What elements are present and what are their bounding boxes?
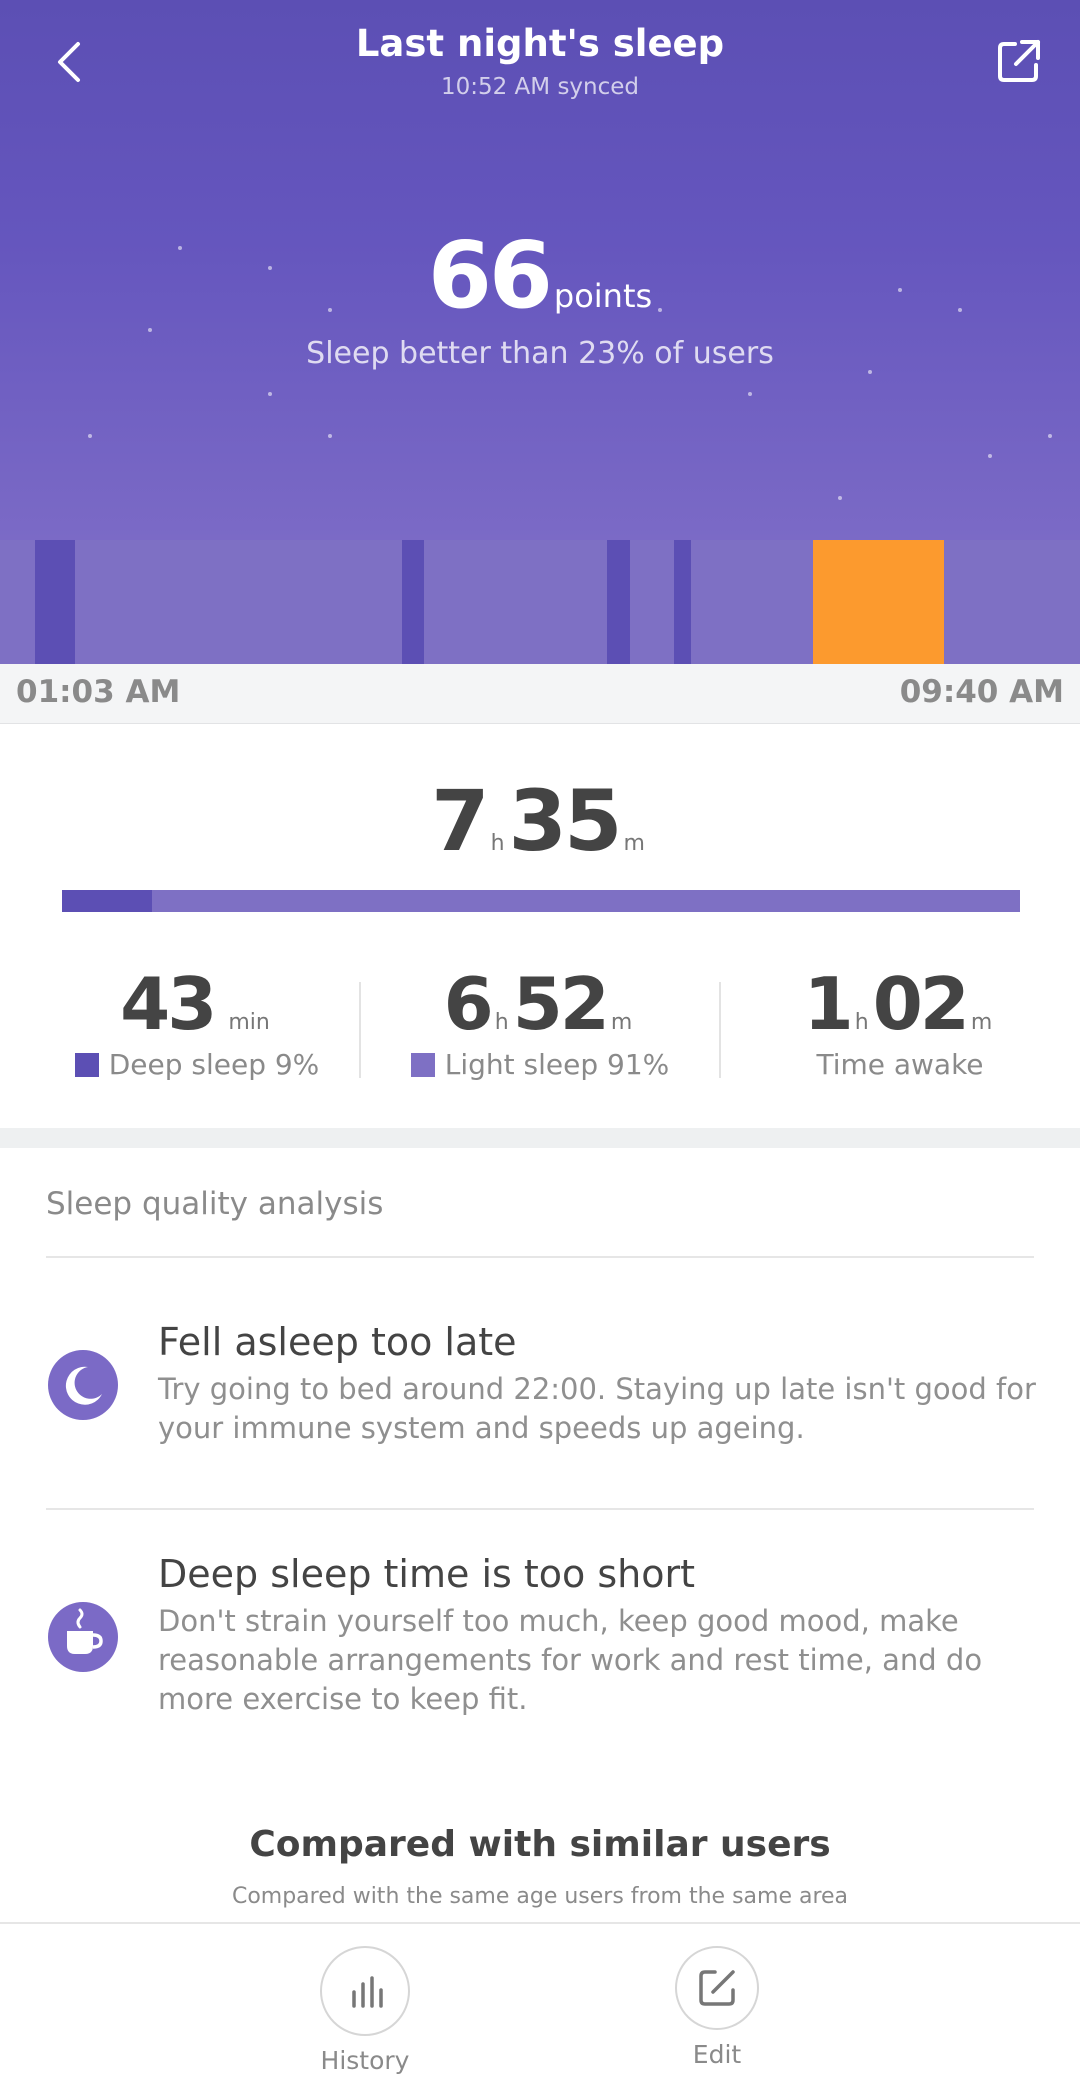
analysis-heading: Sleep quality analysis xyxy=(46,1186,384,1222)
awake-hours-unit: h xyxy=(854,1010,869,1035)
coffee-cup-icon xyxy=(48,1602,118,1672)
awake-minutes: 02 xyxy=(872,962,970,1046)
score-value: 66 xyxy=(427,222,553,329)
score-unit: points xyxy=(553,277,653,315)
comparison-heading: Compared with similar users xyxy=(249,1824,831,1865)
awake-label: Time awake xyxy=(816,1048,984,1081)
score-comparison: Sleep better than 23% of users xyxy=(306,336,774,371)
section-divider xyxy=(0,1128,1080,1148)
timeline-axis: 01:03 AM 09:40 AM xyxy=(0,664,1080,724)
deep-sleep-segment xyxy=(402,540,424,664)
moon-icon xyxy=(48,1350,118,1420)
share-button[interactable] xyxy=(994,36,1044,86)
deep-sleep-value: 43 xyxy=(120,962,217,1046)
deep-sleep-segment xyxy=(674,540,691,664)
edit-icon xyxy=(675,1946,759,2030)
awake-minutes-unit: m xyxy=(970,1010,993,1035)
deep-sleep-swatch xyxy=(74,1053,99,1077)
star-decoration xyxy=(268,392,272,396)
light-hours-unit: h xyxy=(494,1010,509,1035)
sync-status: 10:52 AM synced xyxy=(440,74,640,100)
awake-segment xyxy=(813,540,944,664)
history-button[interactable]: History xyxy=(275,1946,455,2098)
history-label: History xyxy=(320,2046,410,2075)
light-sleep-minutes: 52 xyxy=(512,962,610,1046)
analysis-item-fell-asleep-late: Fell asleep too late Try going to bed ar… xyxy=(0,1256,1080,1508)
page-title: Last night's sleep xyxy=(355,22,725,65)
analysis-item-body: Try going to bed around 22:00. Staying u… xyxy=(158,1372,1036,1445)
light-sleep-stat: 6 h52 m Light sleep 91% xyxy=(360,962,720,1081)
sleep-score: 66 points xyxy=(0,222,1080,329)
edit-button[interactable]: Edit xyxy=(627,1946,807,2098)
sleep-ratio-bar xyxy=(62,890,1020,912)
star-decoration xyxy=(748,392,752,396)
star-decoration xyxy=(328,434,332,438)
star-decoration xyxy=(1048,434,1052,438)
light-sleep-swatch xyxy=(410,1053,435,1077)
analysis-item-title: Deep sleep time is too short xyxy=(158,1552,696,1596)
bottom-action-bar: History Edit xyxy=(0,1922,1080,2098)
deep-sleep-segment xyxy=(35,540,75,664)
light-minutes-unit: m xyxy=(610,1010,633,1035)
sleep-start-time: 01:03 AM xyxy=(16,674,181,710)
star-decoration xyxy=(838,496,842,500)
hours-unit: h xyxy=(490,831,505,856)
analysis-item-body: Don't strain yourself too much, keep goo… xyxy=(158,1604,983,1716)
star-decoration xyxy=(988,454,992,458)
deep-sleep-stat: 43 min Deep sleep 9% xyxy=(17,962,377,1081)
edit-label: Edit xyxy=(692,2040,742,2069)
bar-chart-icon xyxy=(320,1946,410,2036)
total-sleep-duration: 7 h35 m xyxy=(0,772,1080,870)
analysis-item-title: Fell asleep too late xyxy=(158,1320,517,1364)
light-sleep-hours: 6 xyxy=(443,962,494,1046)
total-hours: 7 xyxy=(431,772,489,870)
deep-sleep-unit: min xyxy=(228,1010,270,1035)
comparison-subtitle: Compared with the same age users from th… xyxy=(231,1884,849,1909)
analysis-item-deep-sleep-short: Deep sleep time is too short Don't strai… xyxy=(0,1510,1080,1780)
sleep-end-time: 09:40 AM xyxy=(899,674,1064,710)
star-decoration xyxy=(88,434,92,438)
sleep-stage-timeline[interactable] xyxy=(0,540,1080,664)
share-external-icon xyxy=(998,40,1040,82)
awake-hours: 1 xyxy=(803,962,854,1046)
deep-sleep-segment xyxy=(607,540,630,664)
awake-stat: 1 h02 m Time awake xyxy=(720,962,1080,1081)
total-minutes: 35 xyxy=(508,772,623,870)
minutes-unit: m xyxy=(623,831,645,856)
deep-sleep-ratio-fill xyxy=(62,890,153,912)
deep-sleep-label: Deep sleep 9% xyxy=(108,1048,320,1081)
sleep-summary-header: Last night's sleep 10:52 AM synced 66 poi… xyxy=(0,0,1080,540)
light-sleep-label: Light sleep 91% xyxy=(444,1048,670,1081)
